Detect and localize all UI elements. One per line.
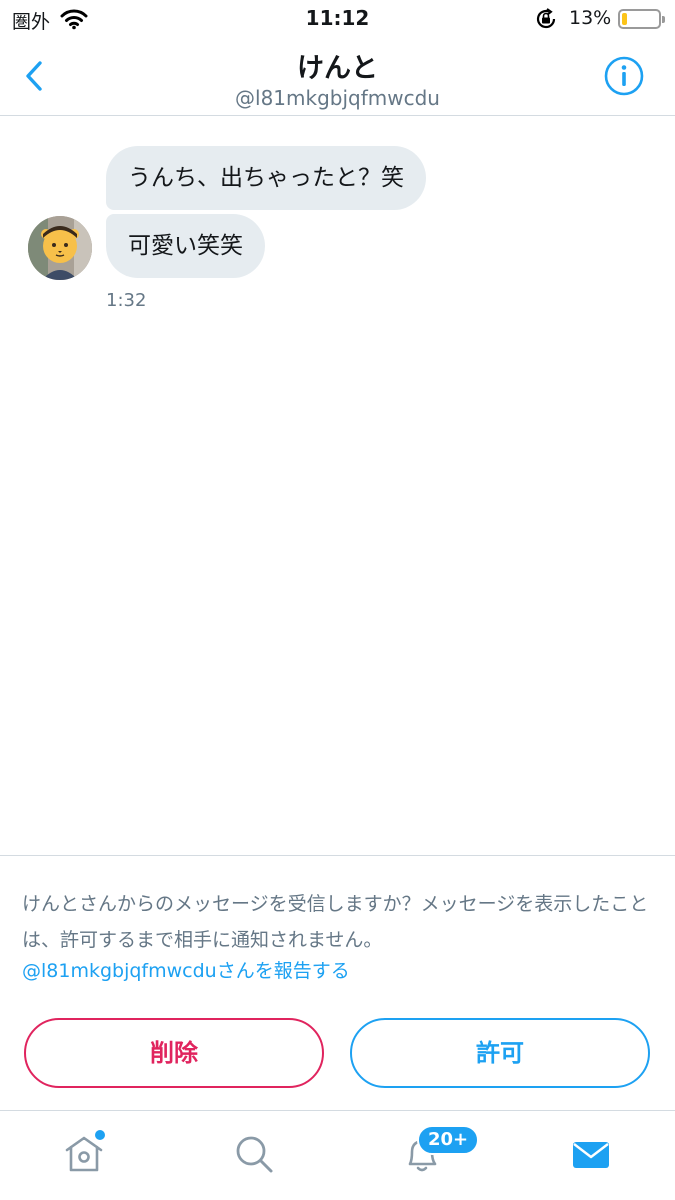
info-button[interactable]	[603, 55, 645, 97]
tab-messages[interactable]	[567, 1130, 615, 1178]
message-bubble[interactable]: うんち、出ちゃったと？笑	[106, 146, 426, 210]
dm-request-screen: 圏外 11:12 13% けんと @l81mkgbjqfmwcdu うんち、出ち…	[0, 0, 675, 1200]
mail-icon	[573, 1142, 609, 1168]
status-bar: 圏外 11:12 13%	[0, 0, 675, 38]
tab-bar: 20+	[0, 1112, 675, 1200]
battery-icon	[618, 9, 665, 29]
home-notification-dot	[95, 1130, 105, 1140]
request-prompt: けんとさんからのメッセージを受信しますか？メッセージを表示したことは、許可するま…	[22, 893, 649, 951]
search-icon	[236, 1136, 273, 1173]
report-user-link[interactable]: @l81mkgbjqfmwcduさんを報告する	[22, 958, 350, 984]
sender-avatar[interactable]	[28, 216, 92, 280]
conversation-title: けんと	[297, 53, 378, 84]
battery-level-fill	[622, 13, 627, 25]
delete-button[interactable]: 削除	[24, 1018, 324, 1088]
message-timestamp: 1:32	[106, 290, 147, 311]
message-request-panel: けんとさんからのメッセージを受信しますか？メッセージを表示したことは、許可するま…	[0, 855, 675, 1111]
info-icon	[604, 56, 644, 96]
rotation-lock-icon	[534, 8, 558, 34]
tab-search[interactable]	[230, 1130, 278, 1178]
conversation-handle: @l81mkgbjqfmwcdu	[235, 86, 440, 110]
notification-count-badge: 20+	[417, 1125, 480, 1155]
allow-button[interactable]: 許可	[350, 1018, 650, 1088]
conversation-header: けんと @l81mkgbjqfmwcdu	[0, 38, 675, 116]
battery-percent: 13%	[569, 7, 612, 29]
message-bubble[interactable]: 可愛い笑笑	[106, 214, 265, 278]
